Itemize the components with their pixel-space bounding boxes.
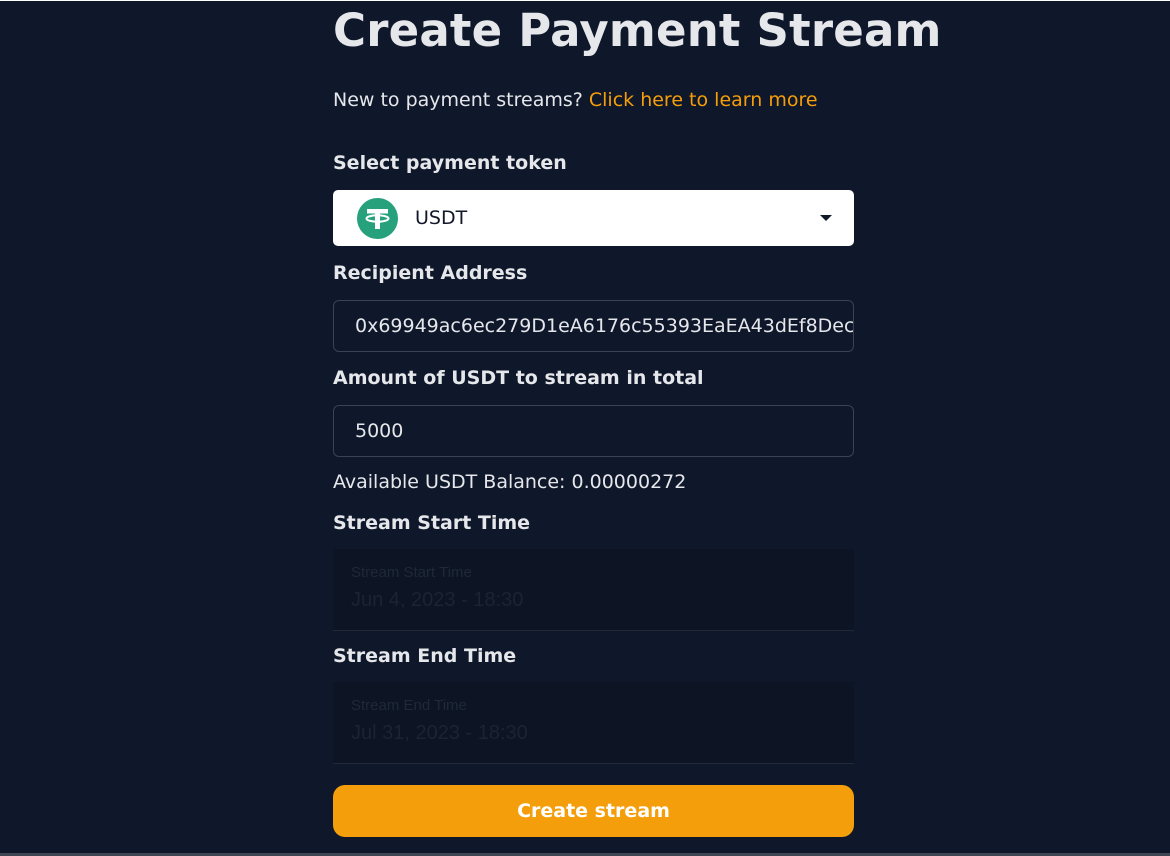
recipient-address-input[interactable] <box>333 300 854 352</box>
token-select[interactable]: USDT <box>333 190 854 246</box>
token-select-label: Select payment token <box>333 152 567 174</box>
start-time-field-label: Stream Start Time <box>351 564 472 581</box>
chevron-down-icon <box>820 215 832 221</box>
page-title: Create Payment Stream <box>333 4 942 57</box>
end-time-picker[interactable]: Stream End Time Jul 31, 2023 - 18:30 <box>333 682 854 764</box>
start-time-picker[interactable]: Stream Start Time Jun 4, 2023 - 18:30 <box>333 549 854 631</box>
intro-line: New to payment streams? Click here to le… <box>333 89 818 111</box>
end-time-field-label: Stream End Time <box>351 697 467 714</box>
amount-label: Amount of USDT to stream in total <box>333 367 704 389</box>
available-balance: Available USDT Balance: 0.00000272 <box>333 471 687 493</box>
learn-more-link[interactable]: Click here to learn more <box>589 89 818 111</box>
window-top-border <box>0 0 1170 1</box>
token-select-value: USDT <box>415 207 468 229</box>
create-stream-page: Create Payment Stream New to payment str… <box>0 0 1170 856</box>
start-time-value: Jun 4, 2023 - 18:30 <box>351 589 524 611</box>
intro-text: New to payment streams? <box>333 89 583 111</box>
end-time-label: Stream End Time <box>333 645 517 667</box>
tether-icon <box>357 198 398 239</box>
amount-input[interactable] <box>333 405 854 457</box>
start-time-label: Stream Start Time <box>333 512 531 534</box>
recipient-label: Recipient Address <box>333 262 528 284</box>
end-time-value: Jul 31, 2023 - 18:30 <box>351 722 528 744</box>
create-stream-button[interactable]: Create stream <box>333 785 854 837</box>
